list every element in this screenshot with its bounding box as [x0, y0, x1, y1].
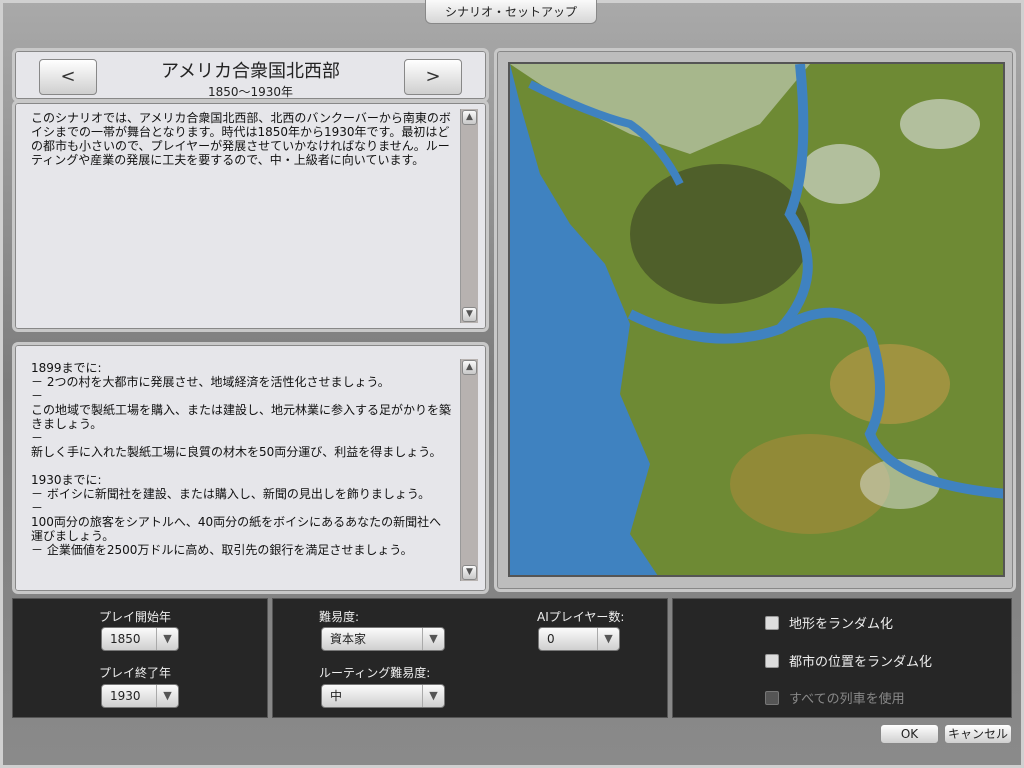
- scroll-up-icon[interactable]: ▲: [462, 110, 477, 125]
- random-options: 地形をランダム化 都市の位置をランダム化 すべての列車を使用: [672, 598, 1012, 718]
- scenario-header: < アメリカ合衆国北西部 1850〜1930年 >: [12, 48, 489, 102]
- difficulty-select[interactable]: 資本家 ▼: [321, 627, 445, 651]
- checkbox-icon: [765, 690, 779, 705]
- all-trains-checkbox[interactable]: すべての列車を使用: [765, 688, 905, 707]
- description-scrollbar[interactable]: ▲ ▼: [460, 109, 478, 323]
- chevron-down-icon: ▼: [597, 628, 619, 650]
- random-cities-label: 都市の位置をランダム化: [789, 655, 933, 670]
- next-scenario-button[interactable]: >: [404, 59, 462, 95]
- ai-players-label: AIプレイヤー数:: [537, 610, 625, 624]
- year-settings: プレイ開始年 1850 ▼ プレイ終了年 1930 ▼: [12, 598, 268, 718]
- routing-difficulty-select[interactable]: 中 ▼: [321, 684, 445, 708]
- start-year-value: 1850: [110, 632, 141, 646]
- description-panel: このシナリオでは、アメリカ合衆国北西部、北西のバンクーバーから南東のボイシまでの…: [12, 100, 489, 332]
- start-year-label: プレイ開始年: [99, 610, 172, 624]
- scenario-description: このシナリオでは、アメリカ合衆国北西部、北西のバンクーバーから南東のボイシまでの…: [31, 111, 451, 167]
- window-title: シナリオ・セットアップ: [425, 0, 597, 24]
- difficulty-label: 難易度:: [319, 610, 360, 624]
- chevron-down-icon: ▼: [422, 685, 444, 707]
- random-terrain-checkbox[interactable]: 地形をランダム化: [765, 613, 893, 632]
- objectives-scrollbar[interactable]: ▲ ▼: [460, 359, 478, 581]
- end-year-label: プレイ終了年: [99, 666, 172, 680]
- difficulty-value: 資本家: [330, 632, 367, 646]
- chevron-down-icon: ▼: [156, 685, 178, 707]
- checkbox-icon: [765, 653, 779, 668]
- all-trains-label: すべての列車を使用: [789, 692, 905, 707]
- random-terrain-label: 地形をランダム化: [789, 617, 894, 632]
- checkbox-icon: [765, 615, 779, 630]
- chevron-down-icon: ▼: [156, 628, 178, 650]
- ai-players-select[interactable]: 0 ▼: [538, 627, 620, 651]
- map-preview: [508, 62, 1005, 577]
- prev-scenario-button[interactable]: <: [39, 59, 97, 95]
- objectives-panel: 1899までに: － 2つの村を大都市に発展させ、地域経済を活性化させましょう。…: [12, 342, 489, 594]
- end-year-select[interactable]: 1930 ▼: [101, 684, 179, 708]
- scenario-title: アメリカ合衆国北西部: [160, 61, 341, 82]
- difficulty-settings: 難易度: 資本家 ▼ ルーティング難易度: 中 ▼ AIプレイヤー数: 0 ▼: [272, 598, 668, 718]
- scroll-down-icon[interactable]: ▼: [462, 565, 477, 580]
- scroll-down-icon[interactable]: ▼: [462, 307, 477, 322]
- scenario-years: 1850〜1930年: [207, 85, 294, 99]
- scenario-objectives: 1899までに: － 2つの村を大都市に発展させ、地域経済を活性化させましょう。…: [31, 361, 452, 557]
- ai-players-value: 0: [547, 632, 555, 646]
- routing-difficulty-label: ルーティング難易度:: [319, 666, 431, 680]
- cancel-button[interactable]: キャンセル: [944, 724, 1012, 744]
- end-year-value: 1930: [110, 689, 141, 703]
- start-year-select[interactable]: 1850 ▼: [101, 627, 179, 651]
- random-cities-checkbox[interactable]: 都市の位置をランダム化: [765, 651, 932, 670]
- routing-difficulty-value: 中: [330, 689, 343, 703]
- chevron-down-icon: ▼: [422, 628, 444, 650]
- scroll-up-icon[interactable]: ▲: [462, 360, 477, 375]
- ok-button[interactable]: OK: [880, 724, 939, 744]
